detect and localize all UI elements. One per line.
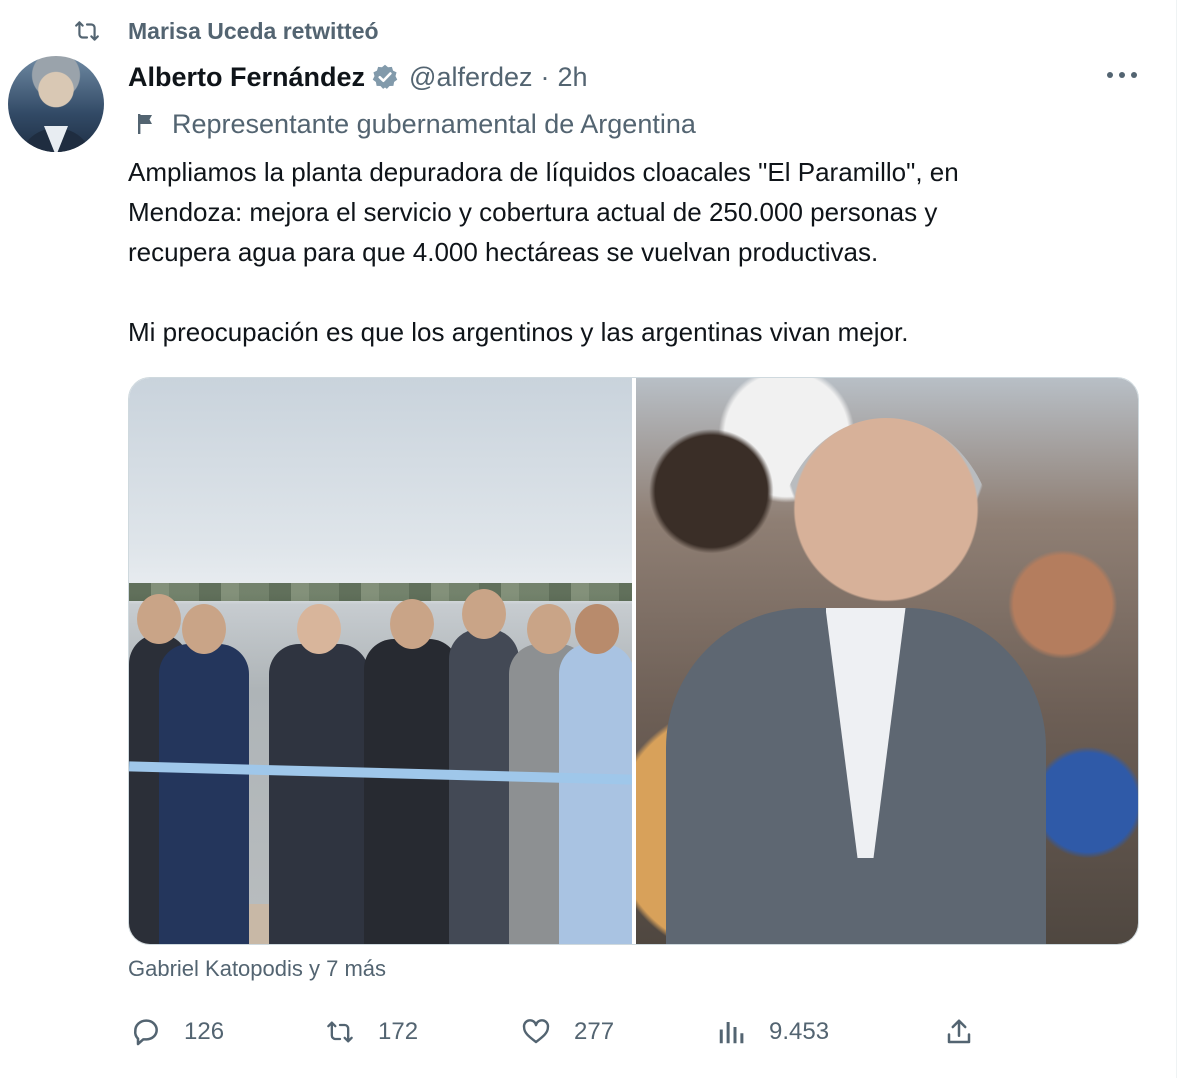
retweet-icon xyxy=(322,1014,358,1050)
government-label[interactable]: Representante gubernamental de Argentina xyxy=(134,106,696,142)
author-handle[interactable]: @alferdez xyxy=(409,62,532,93)
more-icon xyxy=(1107,72,1137,78)
tweet-line: Mi preocupación es que los argentinos y … xyxy=(128,317,909,347)
crowd-photo[interactable] xyxy=(635,378,1138,944)
retweet-button[interactable]: 172 xyxy=(322,1010,418,1054)
smiling-man xyxy=(775,418,996,678)
more-options-button[interactable] xyxy=(1100,60,1144,90)
tree-line xyxy=(129,583,632,601)
retweet-icon xyxy=(70,16,104,46)
verified-badge-icon[interactable] xyxy=(371,62,401,92)
timeline-border xyxy=(1176,0,1177,1078)
tweet-line: Mendoza: mejora el servicio y cobertura … xyxy=(128,197,938,227)
tweet-timestamp[interactable]: 2h xyxy=(558,62,588,93)
views-count: 9.453 xyxy=(769,1018,830,1045)
tagged-users[interactable]: Gabriel Katopodis y 7 más xyxy=(128,956,386,982)
separator-dot: · xyxy=(540,61,550,92)
analytics-icon xyxy=(713,1014,749,1050)
retweeted-by[interactable]: Marisa Uceda retwitteó xyxy=(70,16,379,46)
like-count: 277 xyxy=(574,1018,615,1045)
person xyxy=(364,599,459,944)
tweet-line: recupera agua para que 4.000 hectáreas s… xyxy=(128,237,879,267)
tweet-text: Ampliamos la planta depuradora de líquid… xyxy=(128,152,1128,352)
heart-icon xyxy=(518,1014,554,1050)
tweet-line: Ampliamos la planta depuradora de líquid… xyxy=(128,157,959,187)
tweet-media[interactable] xyxy=(128,377,1139,945)
share-icon xyxy=(941,1014,977,1050)
person xyxy=(559,604,632,944)
tweet-actions: 126 172 277 9.453 xyxy=(128,1010,988,1054)
author-name[interactable]: Alberto Fernández xyxy=(128,62,365,93)
government-label-text: Representante gubernamental de Argentina xyxy=(172,108,696,139)
share-button[interactable] xyxy=(941,1010,977,1054)
views-button[interactable]: 9.453 xyxy=(713,1010,829,1054)
retweet-count: 172 xyxy=(378,1018,419,1045)
reply-button[interactable]: 126 xyxy=(128,1010,224,1054)
person xyxy=(159,604,249,944)
ribbon-cutting-photo[interactable] xyxy=(129,378,632,944)
person xyxy=(269,604,369,944)
retweeted-by-text[interactable]: Marisa Uceda retwitteó xyxy=(128,18,379,45)
flag-icon xyxy=(134,111,160,137)
reply-count: 126 xyxy=(184,1018,225,1045)
like-button[interactable]: 277 xyxy=(518,1010,614,1054)
tweet-header: Alberto Fernández @alferdez · 2h xyxy=(128,58,588,96)
avatar[interactable] xyxy=(8,56,104,152)
reply-icon xyxy=(128,1014,164,1050)
